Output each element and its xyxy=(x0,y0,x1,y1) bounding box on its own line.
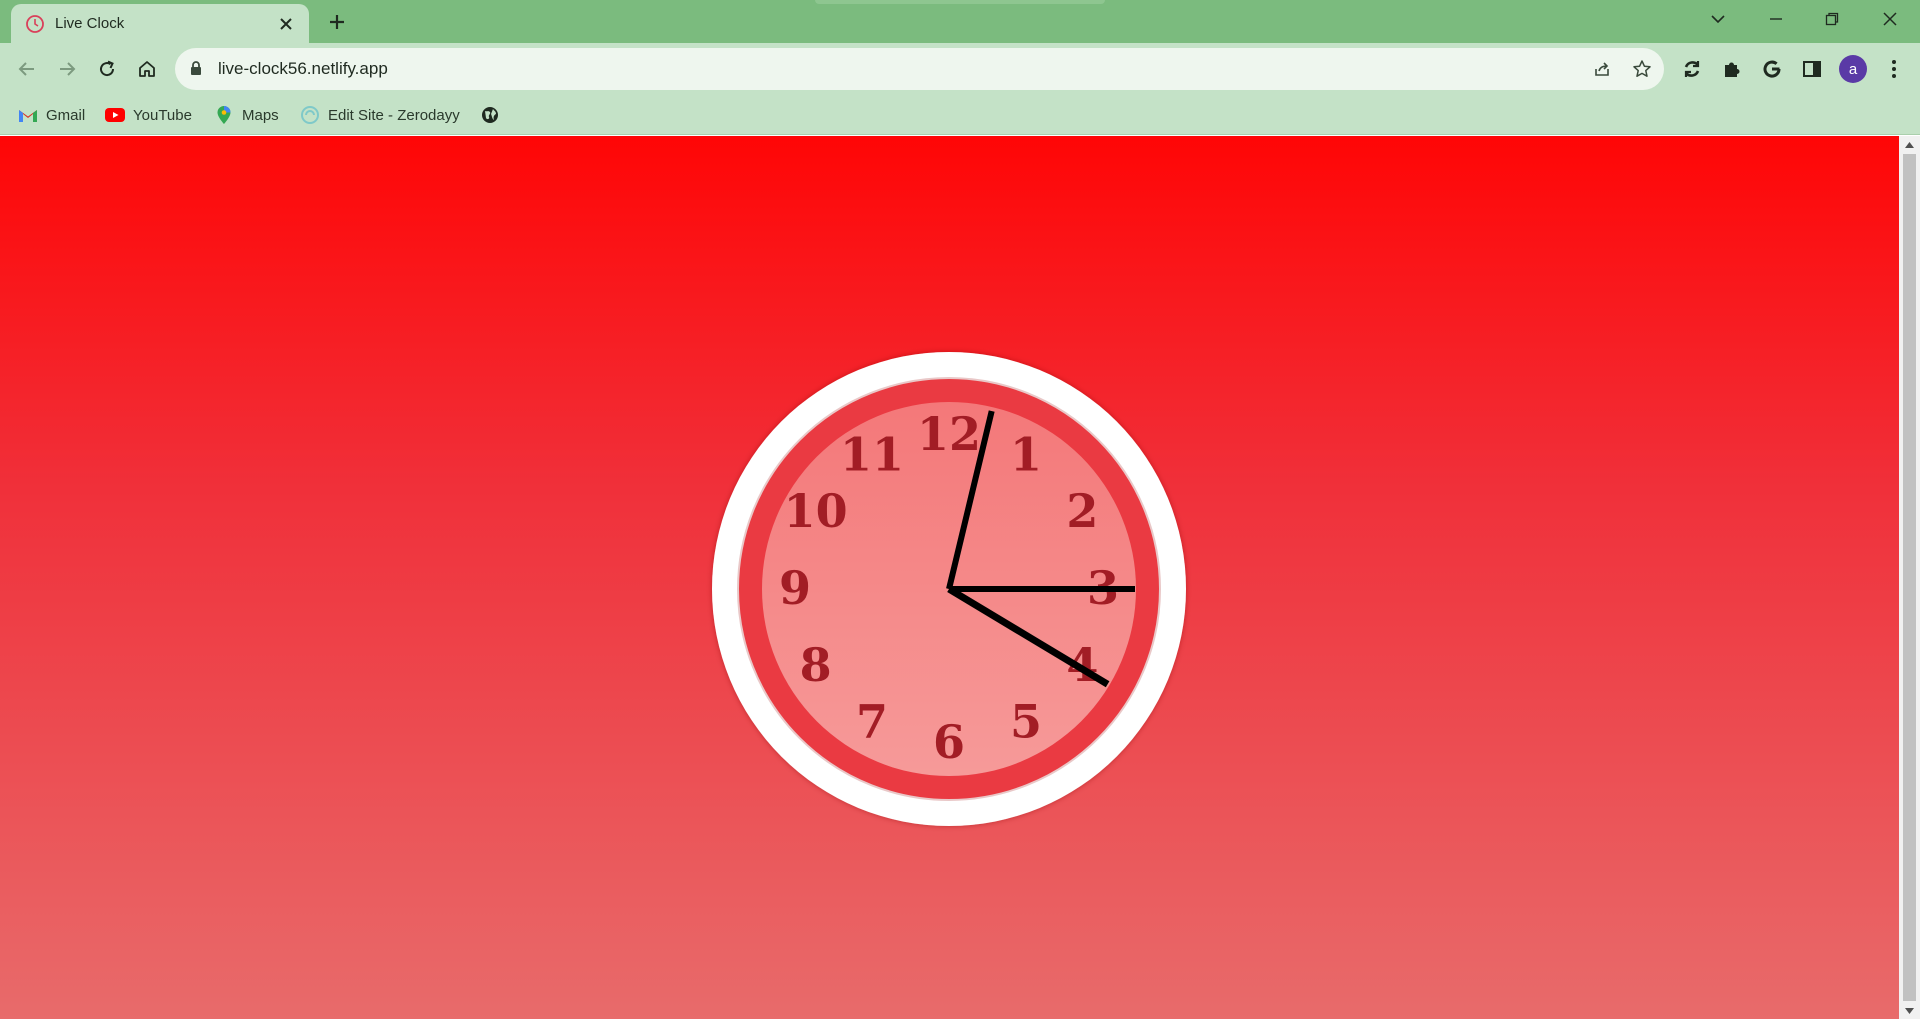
bookmark-gmail[interactable]: Gmail xyxy=(18,102,85,128)
close-tab-icon[interactable] xyxy=(275,13,297,35)
sync-extension-icon[interactable] xyxy=(1678,55,1706,83)
clock-favicon-icon xyxy=(25,14,45,34)
clock-numeral-11: 11 xyxy=(840,428,904,482)
zerodayy-icon xyxy=(300,105,320,125)
forward-button[interactable] xyxy=(50,52,84,86)
extensions-puzzle-icon[interactable] xyxy=(1718,55,1746,83)
maps-icon xyxy=(214,105,234,125)
bookmark-label: Gmail xyxy=(46,106,86,124)
bookmarks-bar: Gmail YouTube Maps Edit Site - Zerodayy xyxy=(0,95,1920,135)
clock-numeral-6: 6 xyxy=(933,715,965,769)
back-button[interactable] xyxy=(10,52,44,86)
clock-numeral-1: 1 xyxy=(1010,428,1042,482)
restore-icon[interactable] xyxy=(1804,0,1860,38)
bookmark-youtube[interactable]: YouTube xyxy=(105,102,192,128)
home-button[interactable] xyxy=(130,52,164,86)
bookmark-maps[interactable]: Maps xyxy=(214,102,279,128)
clock-numeral-8: 8 xyxy=(800,638,832,692)
tab-strip-drag-area xyxy=(815,0,1105,4)
scrollbar-thumb[interactable] xyxy=(1903,154,1916,1001)
bookmark-label: Edit Site - Zerodayy xyxy=(328,106,460,124)
clock-numeral-10: 10 xyxy=(784,484,848,538)
clock-numeral-12: 12 xyxy=(917,407,981,461)
side-panel-icon[interactable] xyxy=(1798,55,1826,83)
google-extension-icon[interactable] xyxy=(1758,55,1786,83)
clock: 12 1234567891011 xyxy=(712,352,1186,826)
tab-title: Live Clock xyxy=(55,15,125,32)
tab-search-chevron-icon[interactable] xyxy=(1690,0,1746,38)
bookmark-label: Maps xyxy=(242,106,279,124)
clock-numeral-9: 9 xyxy=(779,561,811,615)
tab-live-clock[interactable]: Live Clock xyxy=(11,4,309,43)
lock-icon[interactable] xyxy=(190,61,202,76)
bookmark-star-icon[interactable] xyxy=(1630,57,1654,81)
share-icon[interactable] xyxy=(1590,57,1614,81)
profile-avatar[interactable]: a xyxy=(1839,55,1867,83)
clock-numeral-2: 2 xyxy=(1066,484,1098,538)
address-bar[interactable]: live-clock56.netlify.app xyxy=(175,48,1664,90)
clock-numeral-7: 7 xyxy=(856,694,888,748)
scroll-up-arrow-icon[interactable] xyxy=(1904,139,1915,150)
bookmark-label: YouTube xyxy=(133,106,192,124)
close-window-icon[interactable] xyxy=(1862,0,1918,38)
clock-numeral-5: 5 xyxy=(1010,694,1042,748)
page-viewport: 12 1 2 3 4 5 6 7 8 9 10 11 xyxy=(0,136,1899,1019)
youtube-icon xyxy=(105,105,125,125)
menu-kebab-icon[interactable] xyxy=(1880,55,1908,83)
new-tab-button[interactable] xyxy=(324,9,350,35)
scroll-down-arrow-icon[interactable] xyxy=(1904,1005,1915,1016)
reload-button[interactable] xyxy=(90,52,124,86)
browser-toolbar: live-clock56.netlify.app a xyxy=(0,43,1920,95)
bookmark-edit-site-zerodayy[interactable]: Edit Site - Zerodayy xyxy=(300,102,460,128)
minimize-icon[interactable] xyxy=(1748,0,1804,38)
url-text[interactable]: live-clock56.netlify.app xyxy=(218,59,388,79)
vertical-scrollbar[interactable] xyxy=(1899,136,1920,1019)
bookmark-globe[interactable] xyxy=(480,102,508,128)
tab-strip: Live Clock xyxy=(0,0,1920,43)
globe-icon xyxy=(480,105,500,125)
gmail-icon xyxy=(18,105,38,125)
